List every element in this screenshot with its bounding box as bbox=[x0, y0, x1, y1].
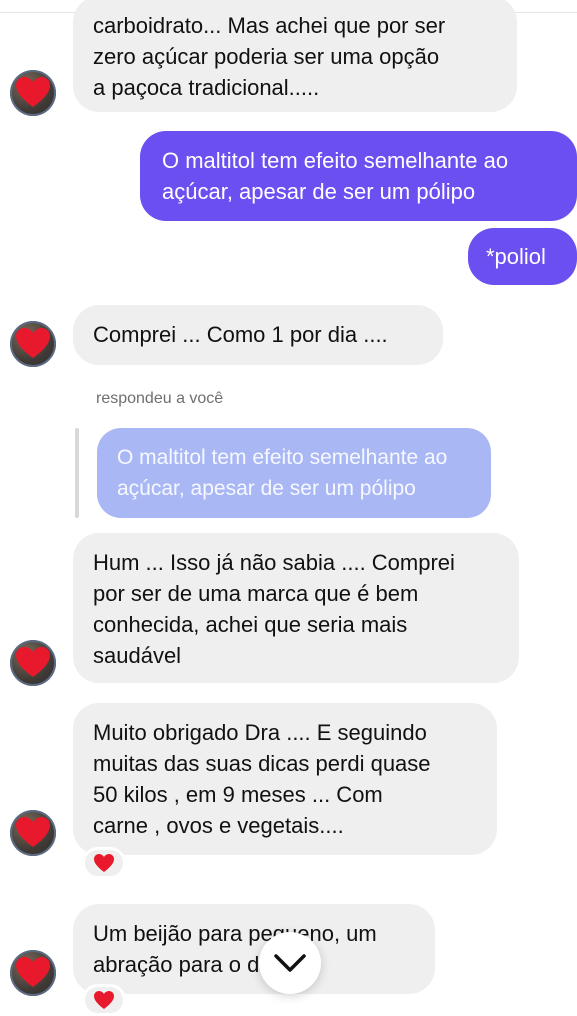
heart-icon bbox=[16, 328, 50, 358]
heart-icon bbox=[94, 854, 114, 872]
message-bubble-incoming[interactable]: Comprei ... Como 1 por dia .... bbox=[73, 305, 443, 365]
avatar[interactable] bbox=[10, 810, 56, 856]
reply-label: respondeu a você bbox=[96, 390, 224, 407]
message-bubble-incoming[interactable]: Um beijão para pequeno, um abração para … bbox=[73, 904, 435, 994]
chevron-down-icon bbox=[274, 954, 306, 972]
message-bubble-outgoing[interactable]: *poliol bbox=[468, 228, 577, 285]
reaction-badge[interactable] bbox=[82, 847, 126, 879]
message-bubble-incoming[interactable]: Hum ... Isso já não sabia .... Comprei p… bbox=[73, 533, 519, 683]
heart-icon bbox=[16, 957, 50, 987]
heart-icon bbox=[16, 817, 50, 847]
avatar[interactable] bbox=[10, 70, 56, 116]
avatar[interactable] bbox=[10, 321, 56, 367]
message-bubble-incoming[interactable]: carboidrato... Mas achei que por ser zer… bbox=[73, 0, 517, 112]
avatar[interactable] bbox=[10, 640, 56, 686]
avatar[interactable] bbox=[10, 950, 56, 996]
quoted-message[interactable]: O maltitol tem efeito semelhante ao açúc… bbox=[97, 428, 491, 518]
message-bubble-incoming[interactable]: Muito obrigado Dra .... E seguindo muita… bbox=[73, 703, 497, 855]
reply-indicator-bar bbox=[75, 428, 79, 518]
reaction-badge[interactable] bbox=[82, 984, 126, 1016]
heart-icon bbox=[94, 991, 114, 1009]
scroll-to-bottom-button[interactable] bbox=[259, 932, 321, 994]
message-bubble-outgoing[interactable]: O maltitol tem efeito semelhante ao açúc… bbox=[140, 131, 577, 221]
heart-icon bbox=[16, 647, 50, 677]
heart-icon bbox=[16, 77, 50, 107]
